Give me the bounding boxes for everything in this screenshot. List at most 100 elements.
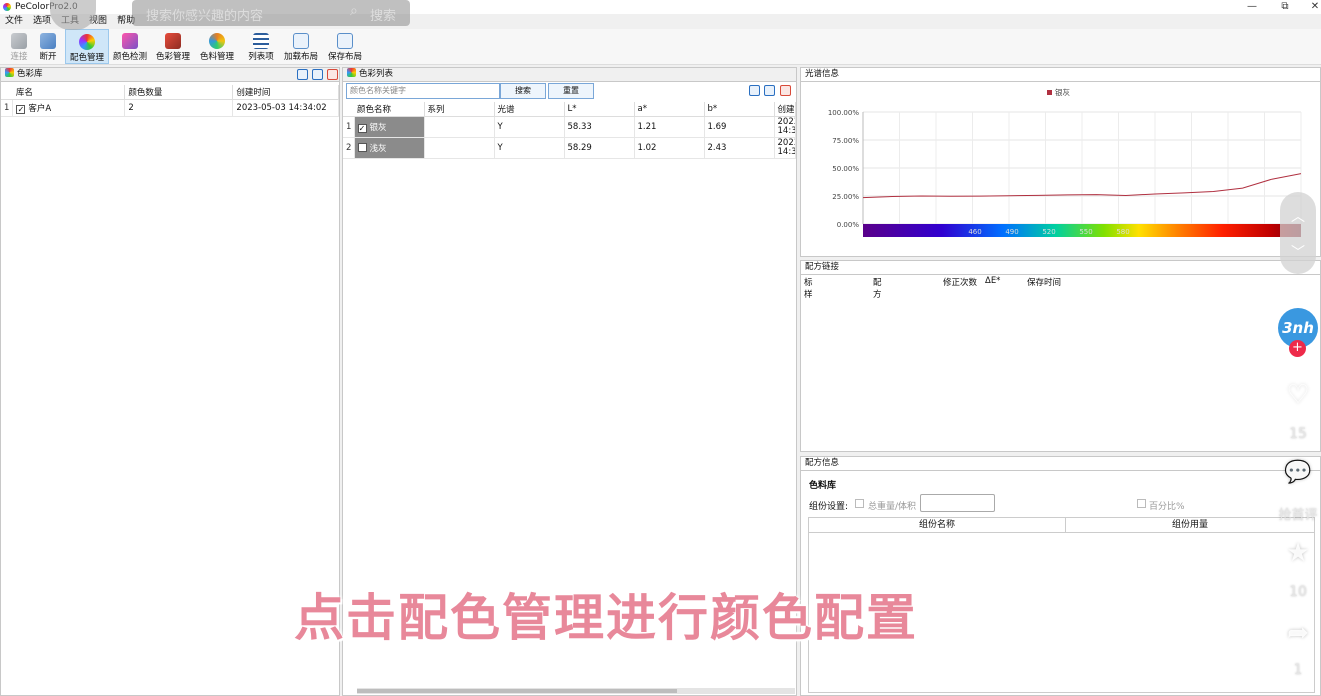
connect-button[interactable]: 连接 [4, 29, 34, 64]
y-tick-label: 25.00% [832, 193, 859, 201]
column-header[interactable]: 标样 [804, 276, 813, 300]
new-color-icon[interactable] [749, 85, 760, 96]
total-weight-input[interactable] [920, 494, 995, 512]
favorite-count: 10 [1289, 584, 1307, 600]
comment-icon[interactable]: 💬 [1282, 460, 1314, 485]
color-management-button[interactable]: 色彩管理 [153, 29, 193, 64]
star-icon[interactable]: ★ [1282, 538, 1314, 568]
table-row[interactable]: 2 浅灰 Y 58.29 1.02 2.43 202314:34 [343, 137, 796, 159]
toolbar: 连接 断开 配色管理 颜色检测 色彩管理 色料管理 列表项 加载布局 保存布局 [0, 29, 1321, 65]
row-checkbox[interactable]: ✓ [357, 123, 367, 133]
row-number: 1 [343, 116, 355, 138]
load-layout-button[interactable]: 加载布局 [282, 29, 320, 64]
delete-library-icon[interactable] [327, 69, 338, 80]
color-library-header: 色彩库 [1, 68, 339, 82]
save-layout-button[interactable]: 保存布局 [326, 29, 364, 64]
video-caption: 点击配色管理进行颜色配置 [294, 589, 918, 647]
video-scroll-control[interactable]: ︿ ﹀ [1280, 192, 1316, 274]
color-name-search-input[interactable]: 颜色名称关键字 [346, 83, 500, 99]
video-search-button[interactable]: 搜索 [370, 5, 396, 24]
horizontal-scrollbar[interactable] [357, 688, 795, 694]
x-tick-label: 580 [1116, 228, 1129, 236]
column-header[interactable]: L* [564, 102, 635, 117]
list-items-button[interactable]: 列表项 [244, 29, 278, 64]
app-logo-icon [3, 3, 11, 11]
table-row[interactable]: 1 ✓ 客户A 2 2023-05-03 14:34:02 [1, 99, 339, 117]
formula-info-panel: 配方信息 色料库 组份设置: 总重量/体积 百分比% 组份名称 组份用量 [800, 456, 1321, 696]
edit-color-icon[interactable] [764, 85, 775, 96]
palette-icon [347, 68, 356, 77]
created-time: 14:34 [777, 146, 795, 157]
column-header[interactable]: ΔE* [985, 276, 1000, 286]
row-number-header [1, 85, 13, 100]
column-header[interactable]: 配方 [873, 276, 882, 300]
disconnect-button[interactable]: 断开 [33, 29, 63, 64]
column-header[interactable]: 组份用量 [1066, 518, 1314, 533]
maximize-button[interactable]: ⧉ [1270, 0, 1300, 14]
column-header[interactable]: 创建时 [774, 102, 796, 117]
video-search-bar[interactable]: 搜索你感兴趣的内容 ⌕ 搜索 [132, 0, 410, 26]
color-list-title: 色彩列表 [359, 69, 394, 79]
chevron-up-icon[interactable]: ︿ [1280, 206, 1316, 226]
column-header[interactable]: 组份名称 [809, 518, 1066, 533]
column-header[interactable]: 保存时间 [1027, 276, 1061, 288]
library-table: 库名 颜色数量 创建时间 1 ✓ 客户A 2 2023-05-03 14:34:0… [1, 85, 339, 117]
color-name-cell[interactable]: ✓ 银灰 [354, 116, 425, 138]
share-icon[interactable]: ➦ [1282, 618, 1314, 648]
y-tick-label: 75.00% [832, 137, 859, 145]
table-row[interactable]: 1 ✓银灰 Y 58.33 1.21 1.69 202314:34 [343, 116, 796, 138]
color-name-cell[interactable]: 浅灰 [354, 137, 425, 159]
color-detection-button[interactable]: 颜色检测 [111, 29, 149, 64]
column-header[interactable]: 库名 [12, 85, 126, 100]
x-tick-label: 550 [1079, 228, 1092, 236]
menu-file[interactable]: 文件 [0, 15, 28, 28]
column-header[interactable]: 颜色数量 [124, 85, 234, 100]
spectrum-chart: 100.00% 75.00% 50.00% 25.00% 0.00% 460 490 520 5… [828, 87, 1302, 237]
column-header[interactable]: 修正次数 [943, 276, 977, 288]
color-name: 浅灰 [369, 143, 387, 154]
column-header[interactable]: 系列 [424, 102, 495, 117]
chevron-down-icon[interactable]: ﹀ [1280, 242, 1316, 262]
library-name: 客户A [28, 103, 52, 114]
formula-link-panel: 配方链接 标样 配方 修正次数 ΔE* 保存时间 [800, 260, 1321, 452]
video-side-rail: ︿ ﹀ 3nh + ♡ 15 💬 抢首评 ★ 10 ➦ 1 [1278, 192, 1318, 692]
like-count: 15 [1289, 426, 1307, 442]
color-list-table: 颜色名称 系列 光谱 L* a* b* 创建时 1 ✓银灰 Y 58.33 1.… [343, 102, 796, 159]
column-header[interactable]: 颜色名称 [354, 102, 425, 117]
color-name: 银灰 [369, 122, 387, 133]
created-time: 14:34 [777, 125, 795, 136]
formula-info-header: 配方信息 [801, 457, 1320, 471]
minimize-button[interactable]: — [1237, 0, 1267, 14]
search-button[interactable]: 搜索 [500, 83, 546, 99]
color-formula-management-button[interactable]: 配色管理 [65, 29, 109, 64]
library-name-cell[interactable]: ✓ 客户A [12, 99, 126, 117]
close-button[interactable]: ✕ [1300, 0, 1321, 14]
spectrum-info-panel: 光谱信息 100.00% 75.00% 50.00% 25.00% 0.00% 460 49… [800, 67, 1321, 257]
row-number: 1 [1, 99, 14, 117]
group-settings-label: 组份设置: [809, 502, 849, 512]
reset-button[interactable]: 重置 [548, 83, 594, 99]
color-library-title: 色彩库 [17, 69, 43, 79]
list-icon [253, 33, 269, 49]
heart-icon[interactable]: ♡ [1282, 380, 1314, 410]
percent-checkbox[interactable] [1137, 499, 1146, 508]
x-tick-label: 490 [1005, 228, 1018, 236]
column-header[interactable]: a* [634, 102, 705, 117]
scrollbar-thumb[interactable] [357, 689, 677, 693]
new-library-icon[interactable] [297, 69, 308, 80]
color-library-panel: 色彩库 库名 颜色数量 创建时间 1 ✓ 客户A 2 2023-05-03 14:… [0, 67, 340, 696]
row-checkbox[interactable]: ✓ [16, 104, 26, 114]
edit-library-icon[interactable] [312, 69, 323, 80]
delete-color-icon[interactable] [780, 85, 791, 96]
plug-icon [11, 33, 27, 49]
pigment-management-button[interactable]: 色料管理 [197, 29, 237, 64]
column-header[interactable]: 创建时间 [232, 85, 339, 100]
row-checkbox[interactable] [357, 142, 367, 152]
column-header[interactable]: 光谱 [494, 102, 565, 117]
total-weight-checkbox[interactable] [855, 499, 864, 508]
x-tick-label: 460 [968, 228, 981, 236]
load-layout-icon [293, 33, 309, 49]
column-header[interactable]: b* [704, 102, 775, 117]
follow-plus-icon[interactable]: + [1289, 340, 1306, 357]
l-value-cell: 58.29 [564, 137, 635, 159]
